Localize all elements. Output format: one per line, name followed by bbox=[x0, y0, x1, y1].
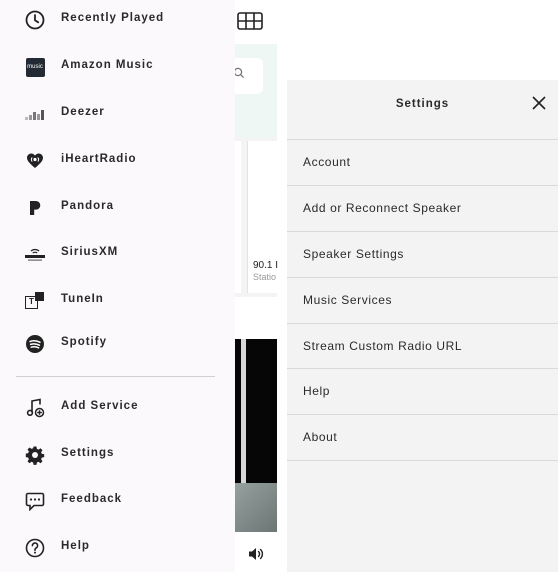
nav-label: iHeartRadio bbox=[61, 153, 137, 165]
nav-item-add-service[interactable]: Add Service bbox=[0, 388, 235, 428]
settings-item-label: Speaker Settings bbox=[303, 247, 404, 261]
settings-item-label: Account bbox=[303, 155, 351, 169]
nav-label: Settings bbox=[61, 447, 115, 459]
nav-drawer: Recently Played music Amazon Music Deeze… bbox=[0, 0, 235, 572]
station-card[interactable] bbox=[235, 141, 241, 293]
search-area bbox=[233, 44, 277, 137]
nav-label: Add Service bbox=[61, 400, 139, 412]
volume-icon[interactable] bbox=[248, 547, 264, 566]
nav-label: Amazon Music bbox=[61, 59, 154, 71]
nav-label: Pandora bbox=[61, 200, 115, 212]
settings-item-about[interactable]: About bbox=[287, 414, 558, 461]
settings-item-label: Add or Reconnect Speaker bbox=[303, 201, 462, 215]
nav-item-spotify[interactable]: Spotify bbox=[0, 324, 235, 364]
nav-item-tunein[interactable]: T TuneIn bbox=[0, 281, 235, 321]
settings-item-label: Help bbox=[303, 384, 331, 398]
tunein-icon: T bbox=[24, 290, 46, 312]
grid-view-icon[interactable] bbox=[237, 12, 263, 35]
gear-icon bbox=[24, 444, 46, 466]
background-app: 90.1 I Statio bbox=[233, 0, 278, 572]
settings-item-music-services[interactable]: Music Services bbox=[287, 277, 558, 323]
amazon-music-icon-text: music bbox=[25, 57, 45, 77]
iheartradio-icon bbox=[24, 150, 46, 172]
spotify-icon bbox=[24, 333, 46, 355]
siriusxm-icon bbox=[24, 243, 46, 265]
settings-item-account[interactable]: Account bbox=[287, 139, 558, 185]
settings-item-add-speaker[interactable]: Add or Reconnect Speaker bbox=[287, 185, 558, 231]
nav-item-settings[interactable]: Settings bbox=[0, 435, 235, 475]
nav-label: Deezer bbox=[61, 106, 105, 118]
add-music-icon bbox=[24, 397, 46, 419]
station-card[interactable]: 90.1 I Statio bbox=[247, 141, 278, 293]
clock-icon bbox=[24, 9, 46, 31]
pandora-icon bbox=[24, 197, 46, 219]
nav-item-siriusxm[interactable]: SiriusXM bbox=[0, 234, 235, 274]
album-art-dark bbox=[235, 339, 277, 483]
settings-item-label: Music Services bbox=[303, 293, 393, 307]
feedback-icon bbox=[24, 490, 46, 512]
station-subtitle: Statio bbox=[253, 272, 277, 282]
nav-label: TuneIn bbox=[61, 293, 104, 305]
settings-item-label: Stream Custom Radio URL bbox=[303, 339, 463, 353]
station-cards: 90.1 I Statio bbox=[235, 137, 278, 297]
drawer-divider bbox=[16, 376, 215, 377]
nav-item-amazon-music[interactable]: music Amazon Music bbox=[0, 47, 235, 87]
nav-item-iheartradio[interactable]: iHeartRadio bbox=[0, 141, 235, 181]
close-icon[interactable] bbox=[532, 96, 546, 110]
nav-label: Feedback bbox=[61, 493, 123, 505]
nav-item-pandora[interactable]: Pandora bbox=[0, 188, 235, 228]
deezer-icon bbox=[24, 103, 46, 125]
nav-label: Help bbox=[61, 540, 90, 552]
settings-title: Settings bbox=[395, 98, 450, 110]
nav-label: Spotify bbox=[61, 336, 107, 348]
nav-item-recently-played[interactable]: Recently Played bbox=[0, 0, 235, 40]
nav-item-deezer[interactable]: Deezer bbox=[0, 94, 235, 134]
nav-item-feedback[interactable]: Feedback bbox=[0, 481, 235, 521]
settings-item-speaker-settings[interactable]: Speaker Settings bbox=[287, 231, 558, 277]
help-icon bbox=[24, 537, 46, 559]
nav-label: SiriusXM bbox=[61, 246, 119, 258]
settings-item-label: About bbox=[303, 430, 338, 444]
settings-item-help[interactable]: Help bbox=[287, 368, 558, 414]
search-icon bbox=[233, 66, 247, 84]
station-frequency: 90.1 I bbox=[253, 260, 279, 271]
nav-item-help[interactable]: Help bbox=[0, 528, 235, 568]
nav-label: Recently Played bbox=[61, 12, 165, 24]
album-art-photo bbox=[235, 483, 277, 532]
amazon-music-icon: music bbox=[24, 56, 46, 78]
settings-panel: Settings Account Add or Reconnect Speake… bbox=[287, 80, 558, 572]
settings-item-custom-radio[interactable]: Stream Custom Radio URL bbox=[287, 323, 558, 369]
